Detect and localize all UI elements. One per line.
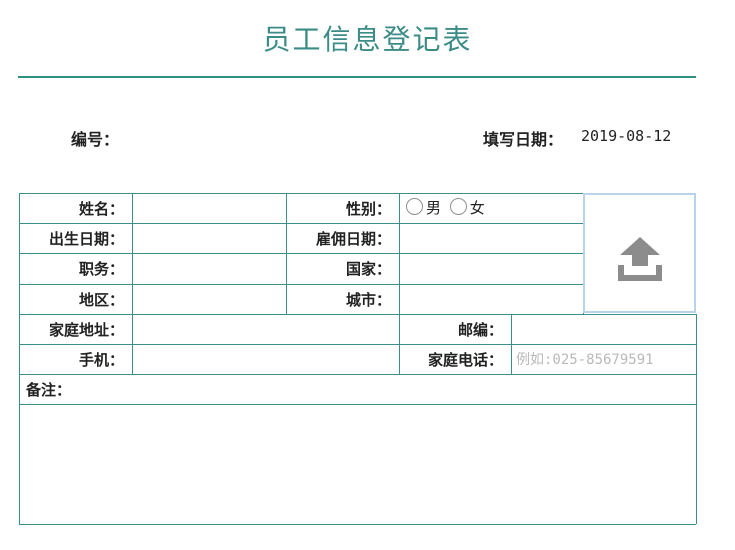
remarks-label: 备注：	[26, 381, 72, 399]
country-label: 国家：	[345, 260, 391, 278]
name-input[interactable]	[133, 194, 286, 223]
postcode-input[interactable]	[512, 315, 696, 344]
postcode-label: 邮编：	[457, 321, 503, 339]
remarks-textarea[interactable]	[20, 405, 699, 528]
gender-label: 性别：	[345, 200, 391, 218]
gender-option-male[interactable]: 男	[406, 198, 442, 217]
home-phone-input[interactable]	[512, 345, 696, 374]
fill-date-value: 2019-08-12	[581, 127, 672, 145]
radio-female[interactable]	[449, 198, 467, 215]
fill-date-label: 填写日期：	[483, 130, 564, 149]
photo-upload-button[interactable]	[583, 193, 696, 313]
home-address-label: 家庭地址：	[48, 321, 124, 339]
mobile-input[interactable]	[133, 345, 399, 374]
page-title: 员工信息登记表	[262, 23, 473, 56]
upload-icon	[618, 237, 662, 281]
gender-radio-group: 男 女	[400, 194, 583, 223]
home-address-input[interactable]	[133, 315, 399, 344]
region-input[interactable]	[133, 285, 286, 314]
position-label: 职务：	[78, 260, 124, 278]
gender-female-label: 女	[469, 199, 485, 217]
hire-date-label: 雇佣日期：	[315, 230, 391, 248]
region-label: 地区：	[78, 291, 124, 309]
home-phone-label: 家庭电话：	[427, 351, 503, 369]
city-input[interactable]	[400, 285, 583, 314]
mobile-label: 手机：	[78, 351, 124, 369]
hire-date-input[interactable]	[400, 224, 583, 253]
gender-male-label: 男	[426, 199, 442, 217]
city-label: 城市：	[345, 291, 391, 309]
number-label: 编号：	[71, 130, 120, 149]
radio-male[interactable]	[406, 198, 423, 215]
title-divider	[18, 76, 696, 78]
gender-option-female[interactable]: 女	[449, 198, 485, 217]
country-input[interactable]	[400, 254, 583, 284]
position-input[interactable]	[133, 254, 286, 284]
birthdate-input[interactable]	[133, 224, 286, 253]
birthdate-label: 出生日期：	[48, 230, 124, 248]
name-label: 姓名：	[78, 200, 124, 218]
